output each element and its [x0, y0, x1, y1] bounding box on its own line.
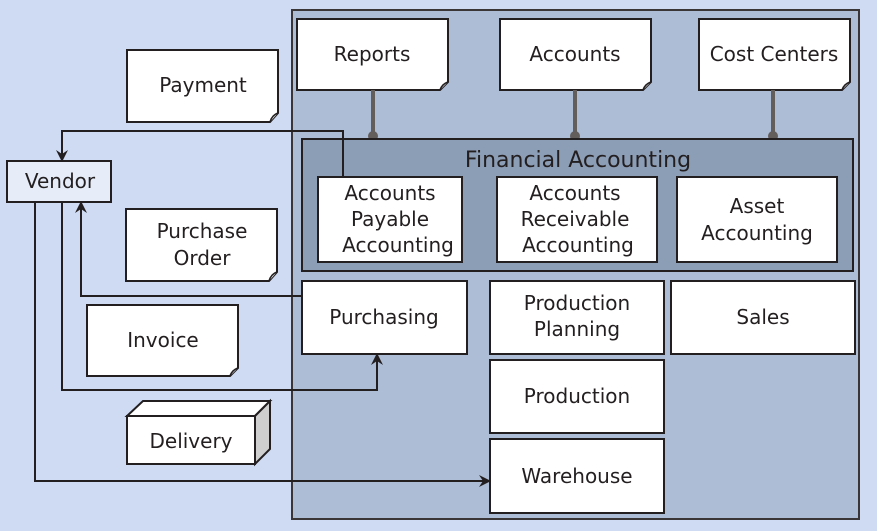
module-production-planning[interactable]: Production Planning [489, 280, 665, 355]
module-label: Production [524, 384, 630, 408]
module-warehouse[interactable]: Warehouse [489, 438, 665, 514]
module-accounts-payable[interactable]: Accounts Payable Accounting [317, 176, 463, 263]
module-label: Production [524, 291, 630, 315]
doc-cost-centers-label: Cost Centers [710, 42, 839, 66]
doc-payment-label: Payment [159, 73, 247, 97]
module-label: Payable [351, 207, 429, 231]
doc-label: Order [174, 246, 232, 270]
module-label: Sales [736, 305, 789, 329]
module-label: Warehouse [521, 464, 632, 488]
delivery-package[interactable]: Delivery [124, 398, 273, 467]
module-label: Planning [534, 317, 620, 341]
doc-invoice-label: Invoice [127, 328, 199, 352]
module-label: Purchasing [329, 305, 438, 329]
doc-accounts[interactable]: Accounts [499, 18, 652, 91]
vendor-label: Vendor [25, 169, 96, 193]
module-sales[interactable]: Sales [670, 280, 856, 355]
doc-invoice[interactable]: Invoice [86, 304, 239, 377]
doc-cost-centers[interactable]: Cost Centers [698, 18, 851, 91]
delivery-label: Delivery [149, 429, 232, 453]
module-production[interactable]: Production [489, 359, 665, 434]
doc-payment[interactable]: Payment [126, 49, 279, 123]
module-label: Accounts [529, 181, 620, 205]
module-label: Receivable [521, 207, 630, 231]
doc-accounts-label: Accounts [529, 42, 620, 66]
module-label: Accounting [701, 221, 813, 245]
module-label: Accounts [344, 181, 435, 205]
financial-accounting-title: Financial Accounting [465, 148, 691, 173]
doc-reports-label: Reports [334, 42, 411, 66]
doc-purchase-order[interactable]: Purchase Order [125, 208, 278, 282]
module-label: Accounting [342, 233, 454, 257]
erp-diagram: Reports Accounts Cost Centers Financial … [6, 9, 860, 520]
vendor-box[interactable]: Vendor [6, 160, 112, 203]
module-asset-accounting[interactable]: Asset Accounting [676, 176, 838, 263]
module-purchasing[interactable]: Purchasing [301, 280, 468, 355]
doc-reports[interactable]: Reports [296, 18, 449, 91]
module-accounts-receivable[interactable]: Accounts Receivable Accounting [496, 176, 658, 263]
doc-label: Purchase [157, 219, 248, 243]
module-label: Accounting [522, 233, 634, 257]
module-label: Asset [730, 194, 785, 218]
